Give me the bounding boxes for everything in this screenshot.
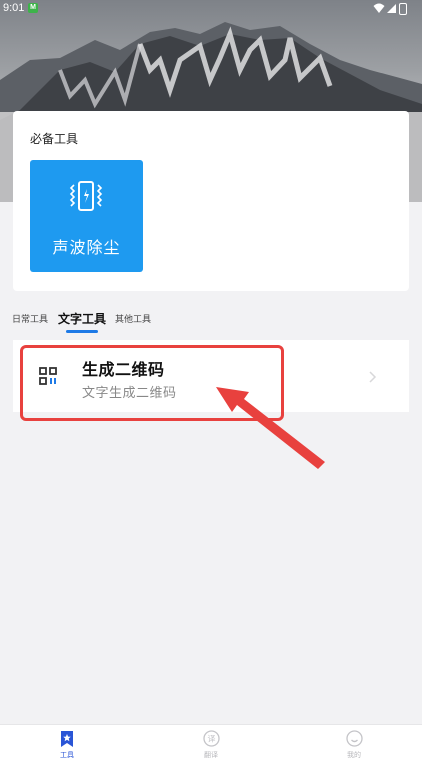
- app-notification-icon: M: [28, 3, 38, 13]
- nav-mine-label: 我的: [347, 751, 361, 759]
- essential-tools-card: 必备工具 声波除尘: [13, 111, 409, 291]
- tab-other-tools[interactable]: 其他工具: [115, 312, 151, 325]
- tab-daily-tools[interactable]: 日常工具: [12, 312, 48, 325]
- svg-text:译: 译: [208, 735, 216, 744]
- sonic-dust-clean-label: 声波除尘: [52, 238, 121, 257]
- sonic-dust-clean-tile[interactable]: 声波除尘: [30, 160, 143, 272]
- phone-vibrate-icon: [69, 181, 103, 211]
- status-bar: 9:01 M: [0, 0, 422, 18]
- nav-tools[interactable]: 工具: [27, 725, 107, 761]
- signal-icon: [387, 4, 396, 13]
- list-item-subtitle: 文字生成二维码: [82, 386, 177, 401]
- active-tab-indicator: [66, 330, 98, 333]
- smiley-icon: [346, 730, 363, 747]
- nav-tools-label: 工具: [60, 751, 74, 759]
- bottom-navigation: 工具 译 翻译 我的: [0, 724, 422, 761]
- chevron-right-icon: [369, 371, 377, 383]
- nav-translate-label: 翻译: [204, 751, 218, 759]
- essential-tools-title: 必备工具: [30, 132, 79, 146]
- status-time: 9:01: [3, 2, 25, 14]
- tool-category-tabs: 日常工具 文字工具 其他工具: [0, 308, 422, 336]
- list-item-title: 生成二维码: [82, 360, 165, 379]
- list-item-generate-qr[interactable]: 生成二维码 文字生成二维码: [13, 340, 409, 412]
- bookmark-star-icon: [61, 731, 73, 747]
- battery-icon: [399, 3, 407, 15]
- wifi-icon: [373, 3, 385, 13]
- nav-mine[interactable]: 我的: [314, 725, 394, 761]
- tab-text-tools[interactable]: 文字工具: [58, 310, 106, 327]
- qr-code-icon: [39, 367, 57, 385]
- nav-translate[interactable]: 译 翻译: [171, 725, 251, 761]
- translate-icon: 译: [203, 730, 220, 747]
